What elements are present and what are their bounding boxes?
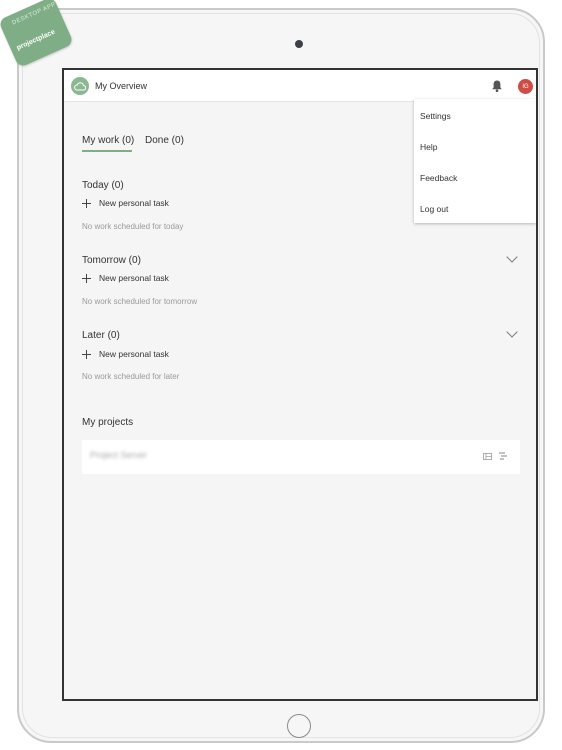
badge-logo-text: DESKTOP APP (11, 1, 58, 27)
menu-item-help[interactable]: Help (420, 142, 437, 152)
new-task-button-later[interactable]: New personal task (82, 349, 169, 359)
top-bar: My Overview IG (64, 70, 536, 102)
plus-icon (82, 273, 91, 283)
chevron-down-icon[interactable] (506, 326, 518, 338)
menu-item-feedback[interactable]: Feedback (420, 173, 457, 183)
section-title-tomorrow[interactable]: Tomorrow (0) (82, 255, 141, 266)
tab-my-work[interactable]: My work (0) (82, 135, 134, 146)
empty-state-later: No work scheduled for later (82, 372, 180, 381)
section-title-today: Today (0) (82, 180, 124, 191)
project-card[interactable]: Project Server (82, 440, 520, 474)
new-task-label: New personal task (99, 198, 169, 208)
list-icon[interactable] (499, 452, 507, 460)
new-task-button-today[interactable]: New personal task (82, 198, 169, 208)
tablet-frame: My Overview IG My work (0) Done (0) Toda… (17, 8, 545, 743)
section-title-later[interactable]: Later (0) (82, 330, 120, 341)
cloud-icon[interactable] (71, 77, 89, 95)
empty-state-today: No work scheduled for today (82, 222, 184, 231)
camera (295, 40, 303, 48)
avatar[interactable]: IG (518, 79, 533, 94)
badge-label: projectplace (15, 28, 57, 52)
active-tab-indicator (82, 150, 132, 152)
page-title: My Overview (95, 81, 148, 91)
menu-item-settings[interactable]: Settings (420, 111, 451, 121)
home-button[interactable] (287, 714, 311, 738)
plus-icon (82, 198, 91, 208)
user-menu: Settings Help Feedback Log out (414, 99, 536, 223)
empty-state-tomorrow: No work scheduled for tomorrow (82, 297, 198, 306)
new-task-label: New personal task (99, 349, 169, 359)
plus-icon (82, 349, 91, 359)
chevron-down-icon[interactable] (506, 251, 518, 263)
app-screen: My Overview IG My work (0) Done (0) Toda… (62, 68, 538, 701)
projects-heading: My projects (82, 417, 134, 428)
new-task-button-tomorrow[interactable]: New personal task (82, 273, 169, 283)
bell-icon[interactable] (490, 79, 504, 93)
project-name: Project Server (90, 450, 148, 460)
menu-item-logout[interactable]: Log out (420, 204, 448, 214)
new-task-label: New personal task (99, 273, 169, 283)
tab-done[interactable]: Done (0) (145, 135, 184, 146)
calendar-icon[interactable] (483, 453, 492, 460)
